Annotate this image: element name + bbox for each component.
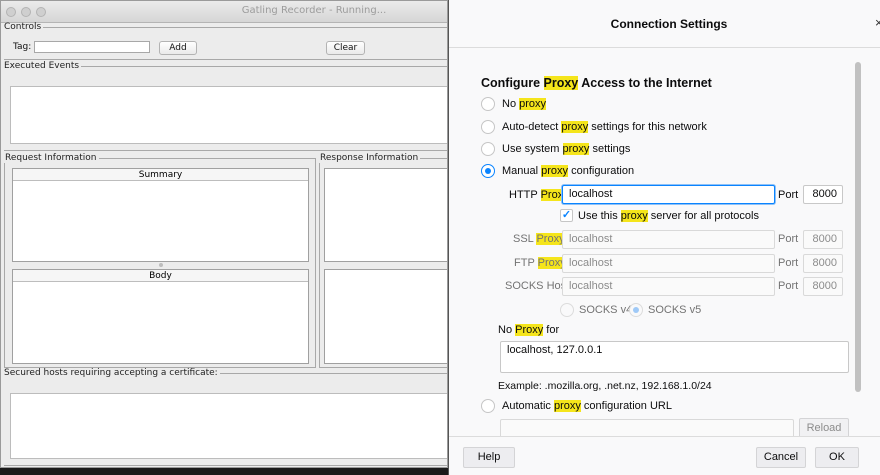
request-information-legend: Request Information: [5, 153, 97, 163]
socks-host-input[interactable]: localhost: [562, 277, 775, 296]
option-auto-detect-label: Auto-detect proxy settings for this netw…: [502, 121, 707, 133]
socks-host-label: SOCKS Host: [505, 280, 570, 292]
socks-v4-label: SOCKS v4: [579, 304, 633, 316]
no-proxy-example: Example: .mozilla.org, .net.nz, 192.168.…: [498, 380, 712, 392]
response-body-pane[interactable]: [324, 269, 447, 364]
http-port-label: Port: [778, 189, 799, 201]
ssl-port-input[interactable]: 8000: [803, 230, 843, 249]
radio-system-proxy[interactable]: [481, 142, 495, 156]
ftp-proxy-label: FTP Proxy: [514, 257, 566, 269]
split-pane-handle-icon[interactable]: [159, 263, 163, 267]
radio-manual-proxy[interactable]: [481, 164, 495, 178]
proxy-heading: Configure Proxy Access to the Internet: [481, 76, 712, 90]
http-proxy-input[interactable]: localhost: [562, 185, 775, 204]
socks-port-label: Port: [778, 280, 799, 292]
gatling-window-title: Gatling Recorder - Running...: [241, 5, 387, 16]
ftp-port-input[interactable]: 8000: [803, 254, 843, 273]
socks-port-input[interactable]: 8000: [803, 277, 843, 296]
secured-hosts-panel: Secured hosts requiring accepting a cert…: [4, 368, 447, 466]
dialog-title: Connection Settings: [610, 17, 728, 31]
cancel-button[interactable]: Cancel: [756, 447, 806, 468]
request-summary-pane[interactable]: Summary: [12, 168, 309, 262]
radio-auto-config-url[interactable]: [481, 399, 495, 413]
tag-input[interactable]: [34, 41, 150, 53]
ssl-proxy-input[interactable]: localhost: [562, 230, 775, 249]
secured-hosts-legend: Secured hosts requiring accepting a cert…: [4, 368, 218, 378]
dialog-header: Connection Settings ×: [449, 0, 880, 48]
radio-socks-v5[interactable]: [629, 303, 643, 317]
radio-no-proxy[interactable]: [481, 97, 495, 111]
dialog-body: Configure Proxy Access to the Internet N…: [449, 49, 880, 439]
socks-v5-label: SOCKS v5: [648, 304, 702, 316]
no-proxy-for-label: No Proxy for: [498, 324, 560, 336]
tag-label: Tag:: [13, 42, 32, 52]
help-button[interactable]: Help: [463, 447, 515, 468]
connection-settings-dialog: Connection Settings × Configure Proxy Ac…: [448, 0, 880, 475]
ssl-proxy-label: SSL Proxy: [513, 233, 565, 245]
controls-legend: Controls: [4, 22, 42, 32]
no-proxy-for-textarea[interactable]: localhost, 127.0.0.1: [500, 341, 849, 373]
radio-socks-v4[interactable]: [560, 303, 574, 317]
ftp-proxy-input[interactable]: localhost: [562, 254, 775, 273]
request-body-pane[interactable]: Body: [12, 269, 309, 364]
auto-config-url-label: Automatic proxy configuration URL: [502, 400, 672, 412]
gatling-recorder-window: Gatling Recorder - Running... Controls T…: [0, 0, 448, 468]
option-no-proxy-label: No proxy: [502, 98, 547, 110]
use-for-all-label: Use this proxy server for all protocols: [578, 210, 759, 222]
response-summary-pane[interactable]: [324, 168, 447, 262]
request-body-header: Body: [13, 270, 308, 282]
option-system-proxy-label: Use system proxy settings: [502, 143, 631, 155]
http-proxy-label: HTTP Proxy: [509, 189, 569, 201]
ftp-port-label: Port: [778, 257, 799, 269]
radio-auto-detect[interactable]: [481, 120, 495, 134]
secured-hosts-list[interactable]: [10, 393, 447, 459]
clear-button[interactable]: Clear: [326, 41, 365, 55]
ssl-port-label: Port: [778, 233, 799, 245]
request-summary-header: Summary: [13, 169, 308, 181]
executed-events-list[interactable]: [10, 86, 447, 144]
use-for-all-checkbox[interactable]: ✓: [560, 209, 573, 222]
http-port-input[interactable]: 8000: [803, 185, 843, 204]
executed-events-legend: Executed Events: [4, 61, 80, 71]
executed-events-panel: Executed Events: [4, 61, 447, 151]
option-manual-proxy-label: Manual proxy configuration: [502, 165, 635, 177]
gatling-title-bar: Gatling Recorder - Running...: [1, 1, 447, 23]
ok-button[interactable]: OK: [815, 447, 859, 468]
response-information-legend: Response Information: [320, 153, 419, 163]
dialog-scrollbar[interactable]: [855, 62, 861, 392]
dialog-footer: Help Cancel OK: [449, 436, 880, 475]
add-tag-button[interactable]: Add: [159, 41, 197, 55]
close-icon[interactable]: ×: [875, 15, 880, 30]
